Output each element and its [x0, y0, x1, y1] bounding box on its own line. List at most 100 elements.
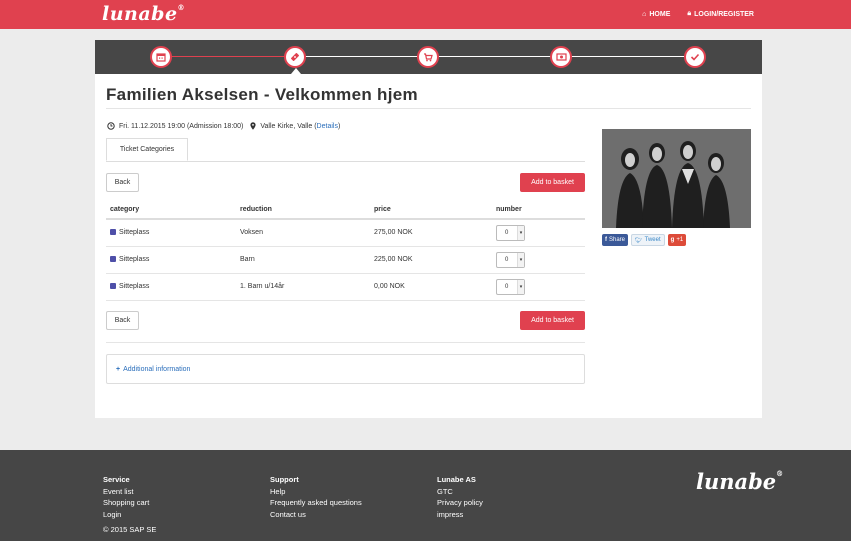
footer-col-support: Support Help Frequently asked questions … — [270, 474, 362, 520]
footer-heading-service: Service — [103, 475, 130, 484]
additional-information-label: Additional information — [123, 365, 191, 373]
clock-icon — [107, 122, 115, 130]
calendar-icon — [156, 53, 166, 62]
category-name: Sitteplass — [119, 283, 150, 290]
cart-icon — [424, 53, 433, 62]
reduction-cell: Voksen — [236, 219, 370, 247]
top-nav: ⌂ HOME 🔒︎ LOGIN/REGISTER — [642, 10, 754, 18]
quantity-select[interactable]: 0 ▾ — [496, 251, 525, 268]
column-header-reduction: reduction — [236, 200, 370, 220]
quantity-value: 0 — [505, 283, 509, 290]
event-title: Familien Akselsen - Velkommen hjem — [106, 85, 418, 104]
twitter-tweet-button[interactable]: 🐦︎ Tweet — [631, 234, 665, 246]
column-header-number: number — [492, 200, 585, 220]
number-cell: 0 ▾ — [492, 246, 585, 274]
footer-link-login[interactable]: Login — [103, 509, 149, 521]
table-row: Sitteplass 1. Barn u/14år 0,00 NOK 0 ▾ — [106, 273, 585, 301]
plus-icon: + — [116, 365, 121, 373]
back-button-top[interactable]: Back — [106, 173, 139, 192]
tab-ticket-categories[interactable]: Ticket Categories — [106, 138, 188, 161]
footer-logo-text: lunabe — [696, 469, 777, 494]
logo[interactable]: lunabe® — [102, 3, 185, 25]
footer-col-service: Service Event list Shopping cart Login — [103, 474, 149, 520]
table-row: Sitteplass Voksen 275,00 NOK 0 ▾ — [106, 219, 585, 247]
category-cell: Sitteplass — [106, 273, 236, 301]
copyright-text: © 2015 SAP SE — [103, 525, 157, 534]
checkmark-icon — [690, 53, 700, 61]
venue-close: ) — [337, 122, 341, 130]
quantity-select[interactable]: 0 ▾ — [496, 224, 525, 241]
category-name: Sitteplass — [119, 229, 150, 237]
active-step-pointer — [291, 68, 301, 74]
footer-link-shopping-cart[interactable]: Shopping cart — [103, 497, 149, 509]
dropdown-arrow-icon: ▾ — [517, 252, 524, 267]
tab-divider — [106, 161, 585, 162]
facebook-share-button[interactable]: f Share — [602, 234, 629, 246]
map-marker-icon — [250, 122, 256, 130]
event-photo-image — [602, 129, 751, 228]
registered-mark: ® — [776, 469, 784, 478]
additional-information-toggle[interactable]: + Additional information — [106, 354, 585, 384]
add-to-basket-button-top[interactable]: Add to basket — [520, 173, 585, 192]
google-plus-label: +1 — [676, 237, 684, 243]
step-progress-bar — [95, 40, 762, 74]
reduction-cell: 1. Barn u/14år — [236, 273, 370, 301]
category-color-swatch — [110, 283, 116, 289]
footer: Service Event list Shopping cart Login S… — [0, 450, 851, 541]
back-button-bottom[interactable]: Back — [106, 311, 139, 330]
dropdown-arrow-icon: ▾ — [517, 279, 524, 294]
add-to-basket-button-bottom[interactable]: Add to basket — [520, 311, 585, 330]
facebook-icon: f — [605, 237, 607, 243]
footer-link-contact[interactable]: Contact us — [270, 509, 362, 521]
ticket-category-table: category reduction price number Sittepla… — [106, 200, 585, 301]
step-confirm[interactable] — [684, 46, 706, 68]
event-photo — [602, 129, 751, 228]
lock-icon: 🔒︎ — [687, 10, 692, 17]
dropdown-arrow-icon: ▾ — [517, 225, 524, 240]
footer-link-event-list[interactable]: Event list — [103, 486, 149, 498]
quantity-select[interactable]: 0 ▾ — [496, 278, 525, 295]
category-name: Sitteplass — [119, 256, 150, 263]
nav-login-label: LOGIN/REGISTER — [694, 10, 754, 18]
footer-link-privacy[interactable]: Privacy policy — [437, 497, 483, 509]
twitter-icon: 🐦︎ — [635, 237, 643, 244]
google-plus-icon: g — [670, 237, 675, 243]
footer-col-company: Lunabe AS GTC Privacy policy impress — [437, 474, 483, 520]
nav-login-link[interactable]: 🔒︎ LOGIN/REGISTER — [687, 10, 754, 18]
table-row: Sitteplass Barn 225,00 NOK 0 ▾ — [106, 246, 585, 274]
column-header-category: category — [106, 200, 236, 220]
step-cart[interactable] — [417, 46, 439, 68]
footer-heading-support: Support — [270, 475, 299, 484]
table-header-row: category reduction price number — [106, 200, 585, 220]
reduction-cell: Barn — [236, 246, 370, 274]
event-venue: Valle Kirke, Valle (Details) — [260, 123, 340, 130]
ticket-icon — [291, 53, 299, 61]
step-ticket[interactable] — [284, 46, 306, 68]
nav-home-link[interactable]: ⌂ HOME — [642, 10, 670, 18]
price-cell: 0,00 NOK — [370, 273, 492, 301]
step-calendar[interactable] — [150, 46, 172, 68]
quantity-value: 0 — [505, 229, 509, 236]
footer-link-faq[interactable]: Frequently asked questions — [270, 497, 362, 509]
footer-link-gtc[interactable]: GTC — [437, 486, 483, 498]
registered-mark: ® — [177, 3, 186, 12]
google-plus-button[interactable]: g +1 — [667, 234, 687, 246]
column-header-price: price — [370, 200, 492, 220]
category-color-swatch — [110, 229, 116, 236]
price-cell: 275,00 NOK — [370, 219, 492, 247]
event-info: Fri. 11.12.2015 19:00 (Admission 18:00) … — [107, 122, 340, 130]
footer-link-impress[interactable]: impress — [437, 509, 483, 521]
section-divider — [106, 342, 585, 343]
price-cell: 225,00 NOK — [370, 246, 492, 274]
category-cell: Sitteplass — [106, 219, 236, 247]
step-payment[interactable] — [550, 46, 572, 68]
footer-link-help[interactable]: Help — [270, 486, 362, 498]
footer-heading-company: Lunabe AS — [437, 475, 476, 484]
payment-icon — [555, 53, 567, 61]
footer-logo[interactable]: lunabe® — [696, 469, 783, 494]
details-link[interactable]: Details — [317, 123, 338, 130]
event-date: Fri. 11.12.2015 19:00 (Admission 18:00) — [119, 122, 244, 130]
step-line-pending — [295, 56, 695, 57]
quantity-value: 0 — [505, 256, 509, 263]
number-cell: 0 ▾ — [492, 219, 585, 247]
